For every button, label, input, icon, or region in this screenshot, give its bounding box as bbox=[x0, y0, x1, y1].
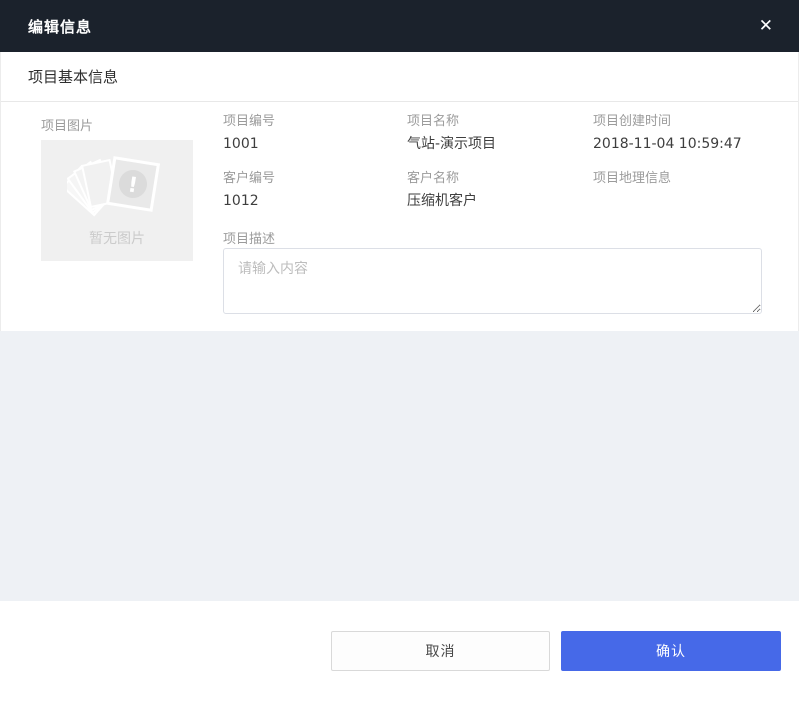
field-geo-info: 项目地理信息 bbox=[593, 172, 671, 208]
modal-footer: 取消 确认 bbox=[0, 601, 799, 701]
field-customer-name: 客户名称 压缩机客户 bbox=[407, 172, 477, 208]
cancel-button[interactable]: 取消 bbox=[331, 631, 550, 671]
page-background-gap bbox=[0, 331, 799, 601]
field-value bbox=[593, 194, 671, 208]
modal-title: 编辑信息 bbox=[28, 16, 92, 37]
close-icon[interactable]: ✕ bbox=[755, 14, 777, 39]
field-label: 客户名称 bbox=[407, 172, 477, 185]
description-textarea[interactable] bbox=[223, 248, 762, 314]
field-created-at: 项目创建时间 2018-11-04 10:59:47 bbox=[593, 115, 742, 151]
field-value: 1001 bbox=[223, 137, 275, 151]
field-value: 2018-11-04 10:59:47 bbox=[593, 137, 742, 151]
no-image-icon: ! bbox=[67, 140, 167, 226]
project-form: 项目图片 ! bbox=[1, 102, 798, 331]
field-label: 项目编号 bbox=[223, 115, 275, 128]
section-title: 项目基本信息 bbox=[1, 52, 798, 102]
content-panel: 项目基本信息 项目图片 bbox=[0, 52, 799, 331]
project-image-placeholder[interactable]: ! 暂无图片 bbox=[41, 140, 193, 261]
description-label: 项目描述 bbox=[223, 228, 275, 247]
confirm-button[interactable]: 确认 bbox=[561, 631, 781, 671]
project-image-label: 项目图片 bbox=[41, 115, 93, 134]
edit-info-modal: 编辑信息 ✕ 项目基本信息 项目图片 bbox=[0, 0, 799, 701]
field-label: 项目地理信息 bbox=[593, 172, 671, 185]
field-project-no: 项目编号 1001 bbox=[223, 115, 275, 151]
field-label: 项目创建时间 bbox=[593, 115, 742, 128]
field-label: 客户编号 bbox=[223, 172, 275, 185]
field-value: 压缩机客户 bbox=[407, 194, 477, 208]
field-project-name: 项目名称 气站-演示项目 bbox=[407, 115, 496, 151]
modal-header: 编辑信息 ✕ bbox=[0, 0, 799, 52]
no-image-text: 暂无图片 bbox=[89, 228, 145, 248]
field-customer-no: 客户编号 1012 bbox=[223, 172, 275, 208]
field-value: 1012 bbox=[223, 194, 275, 208]
field-value: 气站-演示项目 bbox=[407, 137, 496, 151]
field-label: 项目名称 bbox=[407, 115, 496, 128]
